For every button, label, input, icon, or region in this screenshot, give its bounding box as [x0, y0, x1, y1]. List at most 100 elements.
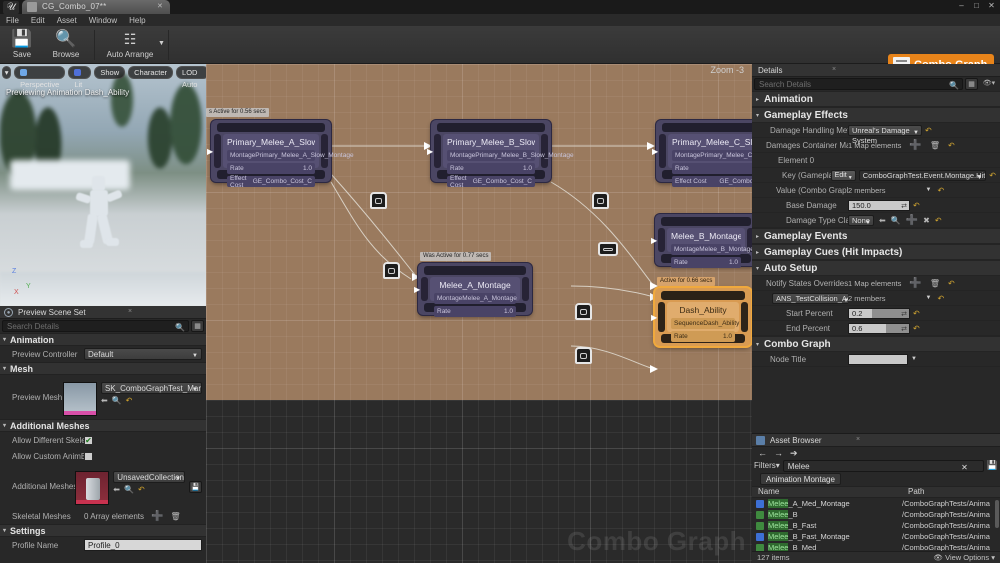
graph-node[interactable]: Was Active for 0.77 secs ▶ Melee_A_Monta… — [414, 252, 532, 317]
node-output-pin[interactable] — [741, 302, 748, 332]
start-percent-input[interactable]: 0.2 ⇄ — [848, 307, 910, 320]
allow-different-skeleton-checkbox[interactable]: ✔ — [84, 435, 93, 445]
exec-pin-icon[interactable]: ▶ — [651, 236, 657, 245]
combo-graph-canvas[interactable]: Zoom -3 Combo Graph s Active for 0.56 se… — [206, 64, 752, 563]
exec-pin-icon[interactable]: ▶ — [652, 147, 658, 156]
graph-node[interactable]: ▶ Melee_B_Montage Montage Melee_B_Montage… — [651, 214, 752, 268]
reset-to-default-icon[interactable]: ↶ — [138, 485, 145, 494]
allow-custom-animbp-checkbox[interactable] — [84, 451, 93, 461]
viewport-character-button[interactable]: Character — [128, 66, 174, 79]
spinner-icon[interactable]: ⇄ — [901, 310, 907, 320]
use-selected-asset-icon[interactable]: ⬅ — [879, 216, 886, 225]
preview-scene-tab[interactable]: ● Preview Scene Set × — [0, 306, 206, 319]
asset-browser-search-input[interactable]: Melee ✕ — [782, 459, 984, 473]
node-output-pin[interactable] — [522, 277, 529, 301]
node-title-input[interactable] — [848, 353, 908, 365]
add-icon[interactable]: ➕ — [906, 215, 918, 226]
graph-node[interactable]: ▶ Primary_Melee_C_Slow_Mor MontagePrimar… — [652, 120, 752, 187]
details-search-input[interactable]: Search Details 🔍 — [754, 78, 963, 90]
save-button[interactable]: 💾 Save — [0, 28, 44, 62]
base-damage-input[interactable]: 150.0 ⇄ — [848, 199, 910, 211]
reset-to-default-icon[interactable]: ↶ — [948, 279, 955, 288]
clear-search-icon[interactable]: ✕ — [961, 462, 968, 473]
delete-icon[interactable]: 🗑 — [930, 279, 940, 288]
chevron-down-icon[interactable]: ▼ — [911, 356, 917, 362]
gameplay-tag-value[interactable]: ComboGraphTest.Event.Montage.Hit ▼ — [858, 169, 987, 181]
viewport-lit-button[interactable]: Lit — [68, 66, 92, 89]
damage-type-dropdown[interactable]: None ▼ — [848, 214, 874, 226]
exec-pin-icon[interactable]: ▶ — [207, 147, 213, 156]
transition-icon-2[interactable] — [383, 262, 400, 279]
asset-browser-tab[interactable]: Asset Browser × — [752, 434, 1000, 447]
details-category-auto-setup[interactable]: Auto Setup — [752, 260, 1000, 277]
close-icon[interactable]: ✕ — [987, 1, 996, 10]
node-input-pin[interactable] — [214, 134, 221, 168]
reset-to-default-icon[interactable]: ↶ — [937, 294, 944, 303]
auto-arrange-button[interactable]: ☷ Auto Arrange — [102, 28, 158, 62]
menu-edit[interactable]: Edit — [31, 16, 45, 25]
reset-to-default-icon[interactable]: ↶ — [126, 396, 133, 405]
chevron-down-icon[interactable]: ▼ — [926, 295, 932, 301]
details-tab[interactable]: Details × — [752, 64, 1000, 77]
details-columns-button[interactable]: ▦ — [965, 78, 978, 90]
asset-tab-close-icon[interactable]: ✕ — [157, 3, 164, 10]
exec-pin-icon[interactable]: ▶ — [427, 147, 433, 156]
additional-meshes-thumbnail[interactable] — [75, 471, 110, 505]
add-element-icon[interactable]: ➕ — [909, 140, 921, 151]
view-options-button[interactable]: 👁 View Options ▾ — [933, 553, 995, 562]
end-percent-input[interactable]: 0.6 ⇄ — [848, 322, 910, 334]
additional-meshes-dropdown[interactable]: UnsavedCollection ▼ — [113, 471, 185, 483]
details-category-animation[interactable]: Animation — [752, 91, 1000, 108]
use-selected-asset-icon[interactable]: ⬅ — [101, 396, 108, 405]
graph-node[interactable]: s Active for 0.56 secs ▶ Primary_Melee_A… — [206, 108, 354, 189]
nav-forward-icon[interactable]: → — [774, 448, 783, 458]
reset-to-default-icon[interactable]: ↶ — [925, 126, 932, 135]
transition-icon-5[interactable] — [575, 303, 592, 320]
nav-up-icon[interactable]: ➔ — [790, 448, 798, 459]
list-item[interactable]: Melee_B_Fast /ComboGraphTests/Anima — [752, 520, 1000, 531]
list-item[interactable]: Melee_A_Med_Montage /ComboGraphTests/Ani… — [752, 498, 1000, 509]
add-element-icon[interactable]: ➕ — [909, 278, 921, 289]
preview-mesh-dropdown[interactable]: SK_ComboGraphTest_Mar ▼ — [100, 382, 202, 394]
transition-icon-6[interactable] — [575, 347, 592, 364]
graph-node[interactable]: ▶ Primary_Melee_B_Slow_Montage MontagePr… — [427, 120, 574, 189]
category-additional-meshes[interactable]: Additional Meshes — [0, 419, 206, 433]
node-input-pin[interactable] — [421, 277, 428, 301]
ans-key-dropdown[interactable]: ANS_TestCollision_Act ▼ — [772, 292, 848, 304]
asset-tab[interactable]: CG_Combo_07** ✕ — [22, 0, 170, 14]
browse-to-asset-icon[interactable]: 🔍 — [112, 396, 122, 405]
details-category-gameplay-events[interactable]: Gameplay Events — [752, 228, 1000, 245]
graph-node-active[interactable]: Active for 0.66 secs ▶ Dash_Ability Sequ… — [651, 277, 751, 346]
minimize-icon[interactable]: – — [957, 1, 966, 10]
column-header-name[interactable]: Name — [752, 487, 902, 497]
transition-icon-3[interactable] — [592, 192, 609, 209]
viewport-menu-button[interactable]: ▾ — [2, 66, 12, 79]
category-settings[interactable]: Settings — [0, 524, 206, 538]
preview-scene-tab-close-icon[interactable]: × — [128, 308, 132, 315]
node-input-pin[interactable] — [659, 134, 666, 168]
menu-help[interactable]: Help — [129, 16, 145, 25]
transition-icon-4[interactable] — [598, 242, 618, 256]
menu-asset[interactable]: Asset — [57, 16, 77, 25]
menu-window[interactable]: Window — [89, 16, 117, 25]
reset-to-default-icon[interactable]: ↶ — [935, 216, 942, 225]
menu-file[interactable]: File — [6, 16, 19, 25]
save-collection-icon[interactable]: 💾 — [189, 481, 202, 493]
preview-controller-dropdown[interactable]: Default ▼ — [84, 348, 202, 360]
profile-name-input[interactable]: Profile_0 — [84, 539, 202, 551]
reset-to-default-icon[interactable]: ↶ — [948, 141, 955, 150]
preview-mesh-thumbnail[interactable] — [62, 382, 97, 416]
filter-pill-animation-montage[interactable]: Animation Montage — [760, 473, 841, 485]
node-output-pin[interactable] — [321, 134, 328, 168]
filters-label[interactable]: Filters▾ — [754, 461, 780, 470]
details-tab-close-icon[interactable]: × — [832, 66, 836, 73]
reset-to-default-icon[interactable]: ↶ — [937, 186, 944, 195]
chevron-down-icon[interactable]: ▼ — [926, 187, 932, 193]
viewport-show-button[interactable]: Show — [94, 66, 126, 79]
damage-handling-dropdown[interactable]: Unreal's Damage System ▼ — [848, 124, 922, 145]
exec-pin-icon[interactable]: ▶ — [651, 313, 657, 322]
details-visibility-eye-icon[interactable]: 👁▾ — [980, 78, 998, 90]
reset-to-default-icon[interactable]: ↶ — [913, 309, 920, 318]
preview-scene-search-input[interactable]: Search Details 🔍 — [2, 320, 189, 332]
list-item[interactable]: Melee_B_Fast_Montage /ComboGraphTests/An… — [752, 531, 1000, 542]
